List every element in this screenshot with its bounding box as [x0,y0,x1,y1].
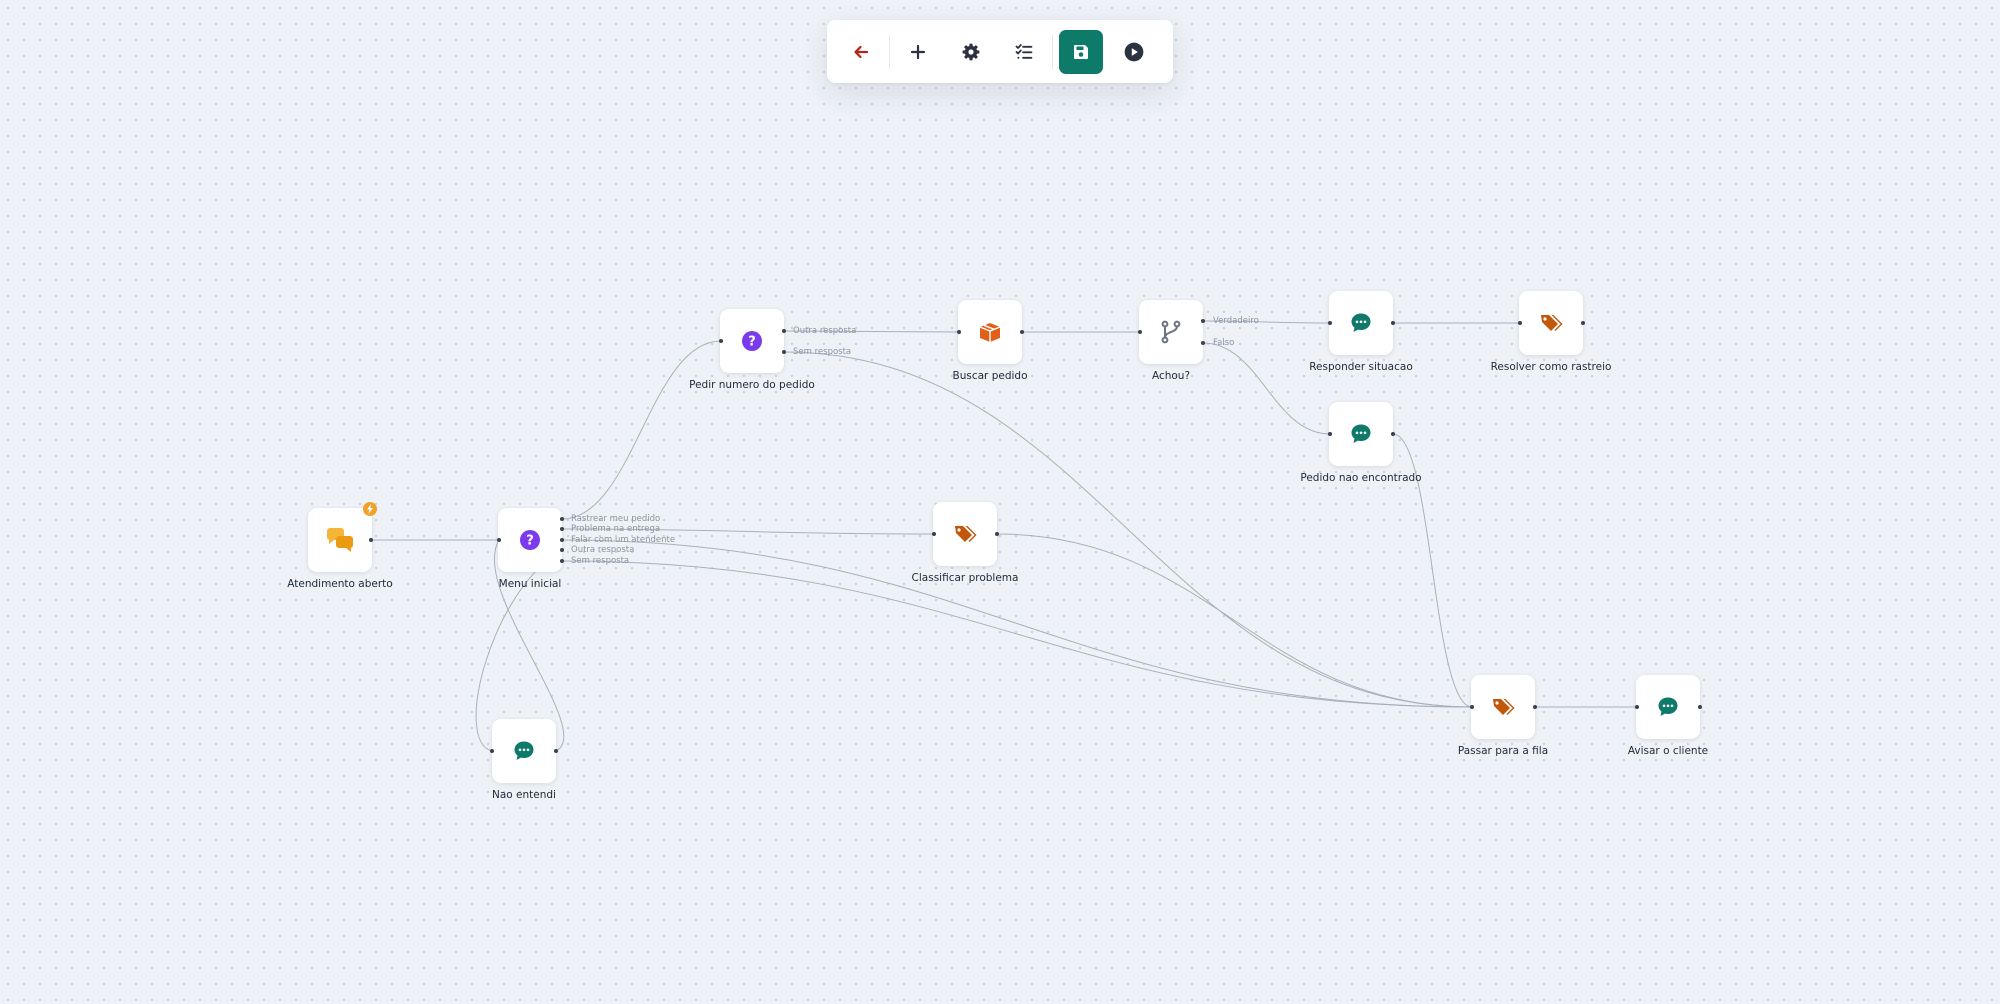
chat-bubbles-icon [327,528,353,552]
output-port[interactable] [1201,341,1205,345]
input-port[interactable] [932,532,936,536]
output-label: Outra resposta [571,545,635,555]
run-button[interactable] [1112,30,1156,74]
output-port[interactable] [1391,432,1395,436]
output-port[interactable] [1391,321,1395,325]
node-label: Resolver como rastreio [1490,361,1612,373]
input-port[interactable] [957,330,961,334]
input-port[interactable] [1518,321,1522,325]
input-port[interactable] [490,749,494,753]
output-label: Problema na entrega [571,524,661,534]
flow-canvas[interactable]: Atendimento aberto ? Menu inicial Rastre… [0,0,2000,1004]
output-port[interactable] [560,538,564,542]
output-port[interactable] [560,548,564,552]
output-port[interactable] [995,532,999,536]
output-port[interactable] [1533,705,1537,709]
connection-edge [996,533,1473,708]
input-port[interactable] [1138,330,1142,334]
node-nao-entendi[interactable] [492,719,556,783]
output-port[interactable] [782,329,786,333]
output-label: Outra resposta [793,326,857,336]
output-label: Sem resposta [571,556,630,566]
add-node-button[interactable] [896,30,940,74]
node-label: Nao entendi [492,789,556,801]
output-label: Rastrear meu pedido [571,514,661,524]
node-label: Classificar problema [911,572,1019,584]
branch-icon [1161,320,1181,344]
gear-icon [962,43,980,60]
node-classificar-problema[interactable] [933,502,997,566]
checklist-icon [1015,43,1033,59]
output-port[interactable] [782,350,786,354]
output-port[interactable] [1020,330,1024,334]
edges-layer [371,320,1637,752]
tags-icon [1493,699,1515,715]
output-port[interactable] [369,538,373,542]
node-buscar-pedido[interactable] [958,300,1022,364]
node-responder-situacao[interactable] [1329,291,1393,355]
svg-text:?: ? [526,534,534,549]
checklist-button[interactable] [1002,30,1046,74]
output-port[interactable] [560,527,564,531]
node-pedir-numero-do-pedido[interactable]: ? [720,309,784,373]
node-passar-para-a-fila[interactable] [1471,675,1535,739]
question-icon: ? [742,331,762,351]
svg-text:?: ? [748,335,756,350]
toolbar [827,20,1173,83]
output-label: Sem resposta [793,347,852,357]
node-label: Avisar o cliente [1627,745,1709,757]
back-button[interactable] [839,30,883,74]
settings-button[interactable] [949,30,993,74]
message-icon [1351,424,1371,443]
output-port[interactable] [1581,321,1585,325]
tags-icon [1541,315,1563,331]
node-label: Pedido nao encontrado [1300,472,1422,484]
output-port[interactable] [554,749,558,753]
floppy-disk-icon [1074,44,1088,59]
node-label: Pedir numero do pedido [689,379,815,391]
node-pedido-nao-encontrado[interactable] [1329,402,1393,466]
node-label: Responder situacao [1309,361,1413,373]
output-port[interactable] [560,559,564,563]
output-port[interactable] [1698,705,1702,709]
output-label: Verdadeiro [1213,316,1259,326]
message-icon [1658,697,1678,716]
box-icon [979,323,1001,342]
save-button[interactable] [1059,29,1103,74]
message-icon [514,741,534,760]
arrow-left-icon [854,45,869,58]
node-label: Achou? [1151,370,1191,382]
tags-icon [955,526,977,542]
node-avisar-o-cliente[interactable] [1636,675,1700,739]
output-label: Falso [1213,338,1235,348]
input-port[interactable] [497,538,501,542]
connection-edge [561,340,722,520]
toolbar-divider [1052,34,1053,69]
node-label: Buscar pedido [952,370,1028,382]
input-port[interactable] [719,339,723,343]
toolbar-divider [889,34,890,69]
connection-edge [1202,342,1331,435]
node-menu-inicial[interactable]: ? [498,508,562,572]
input-port[interactable] [1470,705,1474,709]
input-port[interactable] [1328,321,1332,325]
node-atendimento-aberto[interactable] [308,502,377,572]
message-icon [1351,313,1371,332]
lightning-icon [367,504,373,514]
plus-icon [910,44,926,59]
node-resolver-como-rastreio[interactable] [1519,291,1583,355]
node-achou[interactable] [1139,300,1203,364]
connection-edge [561,539,1473,708]
output-port[interactable] [560,517,564,521]
output-port[interactable] [1201,319,1205,323]
node-label: Atendimento aberto [287,578,393,590]
output-label: Falar com um atendente [571,535,676,545]
node-label: Menu inicial [498,578,562,590]
question-icon: ? [520,530,540,550]
input-port[interactable] [1328,432,1332,436]
input-port[interactable] [1635,705,1639,709]
trigger-badge [363,502,377,516]
play-circle-icon [1124,42,1144,61]
